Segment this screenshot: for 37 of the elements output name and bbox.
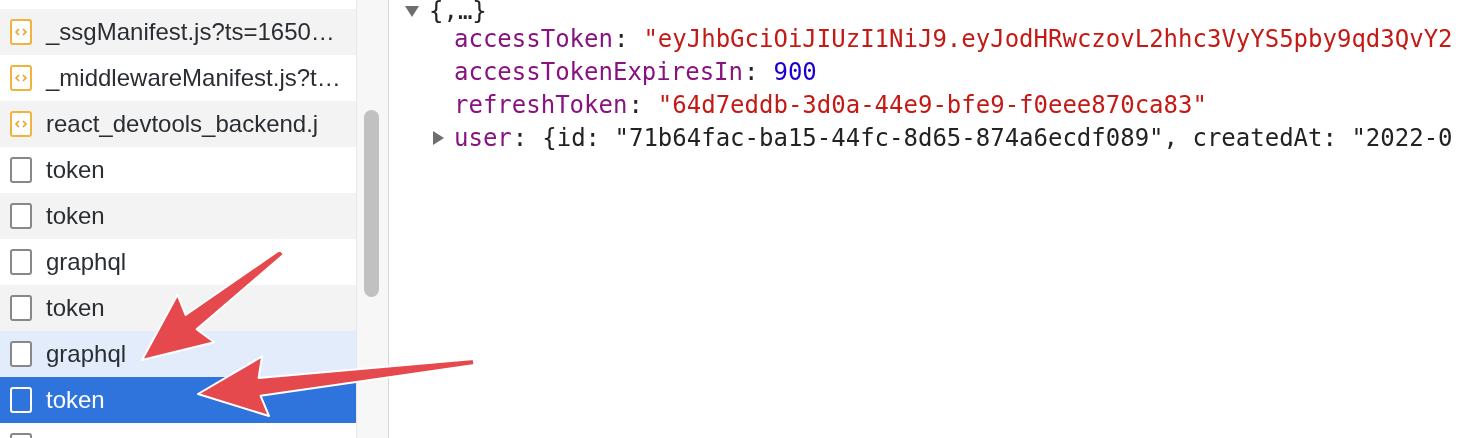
property-value: 900 xyxy=(773,57,817,86)
request-name: token xyxy=(46,294,105,322)
colon: : xyxy=(627,90,644,119)
colon: : xyxy=(743,57,760,86)
document-icon xyxy=(10,203,32,229)
expand-triangle-icon[interactable] xyxy=(433,130,444,145)
request-name: token xyxy=(46,386,105,414)
property-key: user xyxy=(454,123,512,152)
request-row[interactable]: token xyxy=(0,193,356,239)
script-file-icon xyxy=(10,65,32,91)
colon: : xyxy=(511,123,529,152)
scrollbar-thumb[interactable] xyxy=(364,110,379,297)
request-name: graphql xyxy=(46,340,127,368)
request-name: react_devtools_backend.j xyxy=(46,110,319,138)
property-key: accessToken xyxy=(454,24,613,53)
property-value: "64d7eddb-3d0a-44e9-bfe9-f0eee870ca83" xyxy=(657,90,1207,119)
document-icon xyxy=(10,341,32,367)
request-row[interactable]: react_devtools_backend.j xyxy=(0,101,356,147)
object-summary: {,…} xyxy=(429,0,487,25)
colon: : xyxy=(612,24,630,53)
script-file-icon xyxy=(10,19,32,45)
request-name: token xyxy=(46,202,105,230)
document-icon xyxy=(10,157,32,183)
expand-triangle-icon[interactable] xyxy=(405,5,419,17)
request-name: _middlewareManifest.js?t… xyxy=(46,64,341,92)
request-row[interactable]: _ssgManifest.js?ts=1650… xyxy=(0,9,356,55)
property-key: accessTokenExpiresIn xyxy=(454,57,743,86)
property-value: "eyJhbGciOiJIUzI1NiJ9.eyJodHRwczovL2hhc3VyYS5pby9qd3QvY2 xyxy=(643,24,1453,53)
request-name: graphql xyxy=(46,248,127,276)
script-file-icon xyxy=(10,111,32,137)
document-icon xyxy=(10,295,32,321)
property-key: refreshToken xyxy=(454,90,628,119)
document-icon xyxy=(10,387,32,413)
document-icon xyxy=(10,249,32,275)
request-name: token xyxy=(46,156,105,184)
request-name: _ssgManifest.js?ts=1650… xyxy=(46,18,335,46)
property-value: {id: "71b64fac-ba15-44fc-8d65-874a6ecdf089", createdAt: "2022-0 xyxy=(542,123,1453,152)
